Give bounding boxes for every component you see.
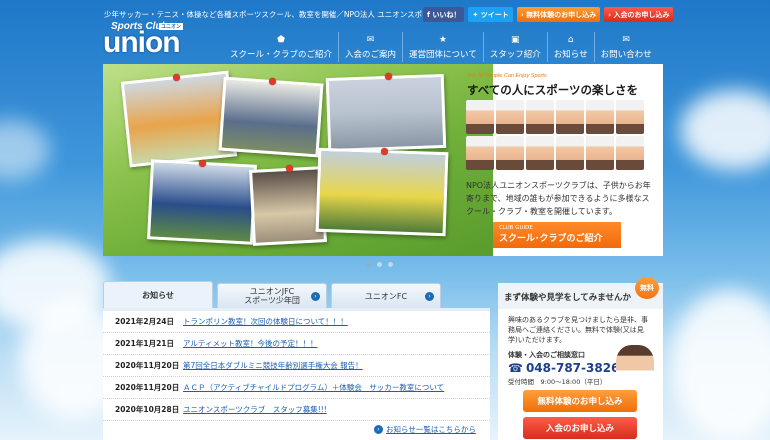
news-date: 2020年11月20日 <box>115 383 180 392</box>
nav-admission[interactable]: ✉ 入会のご案内 <box>338 32 402 62</box>
cloud-decoration <box>0 120 50 180</box>
nav-staff[interactable]: ▣ スタッフ紹介 <box>482 32 547 62</box>
news-more-link[interactable]: › お知らせ一覧はこちらから <box>374 424 476 435</box>
news-list: 2021年2月24日 トランポリン教室！次回の体験日について！！！ 2021年1月… <box>103 308 490 440</box>
face-photo <box>556 136 584 170</box>
shield-icon: ⬟ <box>277 34 285 45</box>
star-icon: ★ <box>438 34 447 45</box>
news-item: 2020年11月20日 ＡＣＰ（アクティブチャイルドプログラム）＋体験会 サッカー… <box>103 377 490 399</box>
youth-soccer-photo <box>315 147 449 237</box>
club-guide-label: スクール･クラブのご紹介 <box>499 234 603 244</box>
news-date: 2021年1月21日 <box>115 339 175 348</box>
face-photo <box>586 136 614 170</box>
face-photo <box>526 100 554 134</box>
slider-dot[interactable] <box>366 262 371 267</box>
phone-icon: ☎ <box>508 361 523 375</box>
club-guide-button[interactable]: CLUB GUIDE スクール･クラブのご紹介 <box>493 222 621 248</box>
join-button[interactable]: › 入会のお申し込み <box>604 7 674 22</box>
tab-union-jfc[interactable]: ユニオンJFC スポーツ少年団 › <box>217 283 327 308</box>
contact-label: 体験・入会のご相談窓口 <box>508 351 585 359</box>
mail-icon: ✉ <box>366 34 375 45</box>
envelope-icon: ✉ <box>622 34 630 45</box>
twitter-icon: ✦ <box>472 10 481 19</box>
hero-title: すべての人にスポーツの楽しさを <box>467 83 639 97</box>
free-badge: 無料 <box>635 277 659 299</box>
nav-school-club[interactable]: ⬟ スクール・クラブのご紹介 <box>224 32 338 62</box>
sidebar-description: 興味のあるクラブを見つけましたら是非、事務局へご連絡ください。無料で体験(又は見… <box>508 316 648 344</box>
business-hours: 受付時間 9:00～18:00（平日） <box>508 378 607 386</box>
nav-organization[interactable]: ★ 運営団体について <box>402 32 483 62</box>
main-nav: ⬟ スクール・クラブのご紹介 ✉ 入会のご案内 ★ 運営団体について ▣ スタッフ紹介 … <box>224 32 658 62</box>
news-title-link[interactable]: ユニオンスポーツクラブ スタッフ募集!!! <box>183 404 327 415</box>
top-buttons: f いいね！ ✦ ツイート › 無料体験のお申し込み › 入会のお申し込み <box>423 7 674 22</box>
tennis-photo <box>218 76 324 158</box>
site-tagline: 少年サッカー・テニス・体操など各種スポーツスクール、教室を開催／NPO法人 ユニ… <box>104 10 460 19</box>
face-photo <box>616 100 644 134</box>
arrow-right-icon: › <box>425 292 434 301</box>
pushpin-icon <box>286 165 293 172</box>
pushpin-icon <box>381 148 388 155</box>
news-item: 2021年1月21日 アルティメット教室！今後の予定！！！ <box>103 333 490 355</box>
site-logo[interactable]: Sports Club ユニオン union <box>103 20 191 59</box>
arrow-right-icon: › <box>374 425 383 434</box>
id-card-icon: ▣ <box>511 34 520 45</box>
pushpin-icon <box>269 78 276 85</box>
logo-main-text: union <box>103 26 181 59</box>
face-photo <box>466 136 494 170</box>
tab-news[interactable]: お知らせ <box>103 281 213 308</box>
sidebar-trial-button[interactable]: 無料体験のお申し込み <box>523 390 637 412</box>
house-icon: ⌂ <box>567 34 574 45</box>
gym-class-photo <box>325 73 447 153</box>
news-date: 2020年10月28日 <box>115 405 180 414</box>
hero-photo-collage <box>103 64 493 256</box>
news-item: 2020年10月28日 ユニオンスポーツクラブ スタッフ募集!!! <box>103 399 490 421</box>
cloud-decoration <box>670 290 770 440</box>
news-item: 2021年2月24日 トランポリン教室！次回の体験日について！！！ <box>103 311 490 333</box>
news-title-link[interactable]: ＡＣＰ（アクティブチャイルドプログラム）＋体験会 サッカー教室について <box>183 382 444 393</box>
slider-dot[interactable] <box>388 262 393 267</box>
face-photo <box>496 136 524 170</box>
staff-photo <box>616 345 654 387</box>
news-title-link[interactable]: アルティメット教室！今後の予定！！！ <box>183 338 317 349</box>
pushpin-icon <box>173 74 180 81</box>
nav-contact[interactable]: ✉ お問い合わせ <box>593 32 658 62</box>
slider-pagination <box>366 262 393 267</box>
nav-news[interactable]: ⌂ お知らせ <box>546 32 594 62</box>
cloud-decoration <box>680 90 770 170</box>
face-photo <box>586 100 614 134</box>
pushpin-icon <box>199 160 206 167</box>
hero-description: NPO法人ユニオンスポーツクラブは、子供からお年寄りまで、地域の誰もが参加できる… <box>466 181 651 216</box>
tab-union-fc[interactable]: ユニオンFC › <box>331 283 441 308</box>
news-title-link[interactable]: トランポリン教室！次回の体験日について！！！ <box>183 316 348 327</box>
news-item: 2020年11月20日 第7回全日本ダブルミニ競技年齢別選手権大会 報告！ <box>103 355 490 377</box>
news-title-link[interactable]: 第7回全日本ダブルミニ競技年齢別選手権大会 報告！ <box>183 360 363 371</box>
free-trial-button[interactable]: › 無料体験のお申し込み <box>516 7 601 22</box>
face-photo <box>616 136 644 170</box>
soccer-team-photo <box>146 159 258 245</box>
trial-sidebar: まず体験や見学をしてみませんか 無料 興味のあるクラブを見つけましたら是非、事務… <box>498 277 663 440</box>
arrow-right-icon: › <box>311 292 320 301</box>
hero-subtitle-en: For All People Can Enjoy Sports <box>468 73 547 79</box>
news-date: 2021年2月24日 <box>115 317 175 326</box>
pushpin-icon <box>385 73 392 80</box>
sidebar-join-button[interactable]: 入会のお申し込み <box>523 417 637 439</box>
face-photo <box>556 100 584 134</box>
face-photo <box>496 100 524 134</box>
face-photo <box>526 136 554 170</box>
tweet-button[interactable]: ✦ ツイート <box>468 7 513 22</box>
facebook-like-button[interactable]: f いいね！ <box>423 7 465 22</box>
member-faces-grid <box>466 100 646 170</box>
phone-number[interactable]: ☎ 048-787-3826 <box>508 361 619 375</box>
news-date: 2020年11月20日 <box>115 361 180 370</box>
face-photo <box>466 100 494 134</box>
news-tabs: お知らせ ユニオンJFC スポーツ少年団 › ユニオンFC › <box>103 281 441 308</box>
award-photo <box>249 166 327 246</box>
slider-dot[interactable] <box>377 262 382 267</box>
